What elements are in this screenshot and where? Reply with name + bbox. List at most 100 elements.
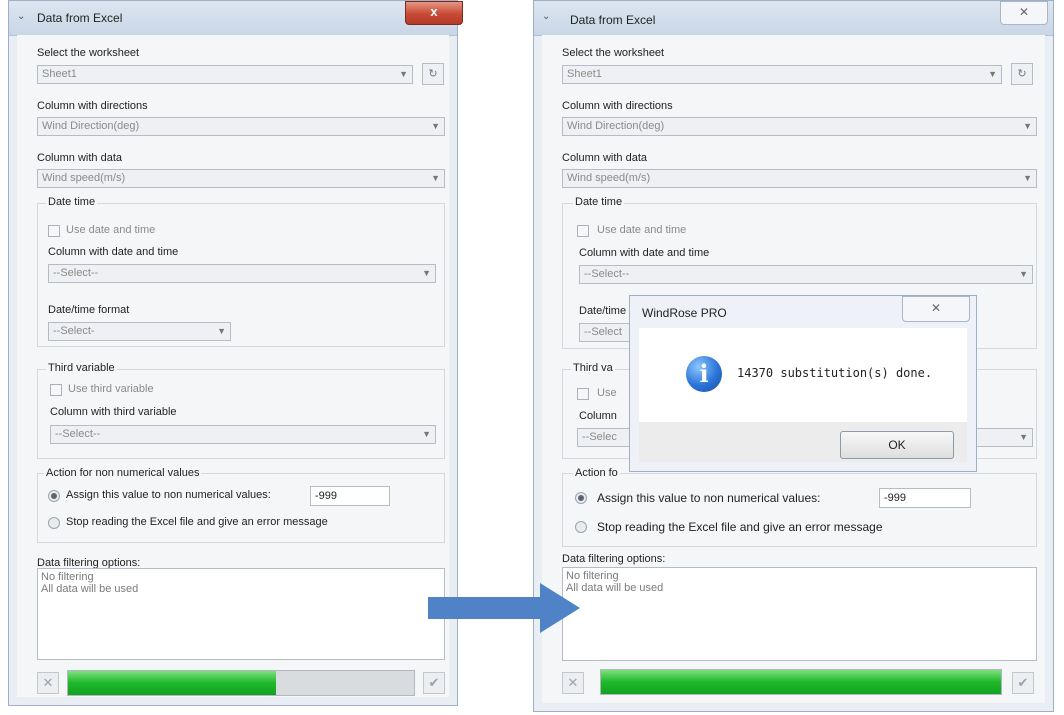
worksheet-select[interactable]: Sheet1 ▼	[37, 65, 413, 84]
datetime-column-select-value: --Select--	[53, 267, 99, 279]
filter-textarea[interactable]: No filtering All data will be used	[37, 568, 445, 660]
use-datetime-checkbox[interactable]	[577, 225, 589, 237]
refresh-worksheet-button[interactable]: ↻	[1011, 63, 1033, 85]
chevron-down-icon: ▼	[217, 326, 226, 336]
data-column-select[interactable]: Wind speed(m/s) ▼	[37, 169, 445, 188]
data-column-label: Column with data	[37, 152, 122, 164]
right-window-title: Data from Excel	[570, 13, 656, 27]
ok-button[interactable]: OK	[840, 431, 954, 459]
right-close-button[interactable]: ✕	[1000, 1, 1048, 25]
chevron-down-icon: ▼	[1023, 121, 1032, 131]
data-column-select-value: Wind speed(m/s)	[42, 172, 126, 184]
assign-value-label: Assign this value to non numerical value…	[66, 489, 271, 501]
action-group-title: Action fo	[573, 467, 620, 479]
progress-fill	[601, 670, 1001, 694]
cancel-button[interactable]: ✕	[37, 672, 59, 694]
third-column-select[interactable]: --Select-- ▼	[50, 425, 436, 444]
use-datetime-label: Use date and time	[597, 224, 687, 236]
system-menu-icon[interactable]: ⌄	[17, 11, 27, 22]
stop-reading-radio[interactable]	[575, 521, 587, 533]
datetime-group: Date time Use date and time Column with …	[37, 196, 445, 347]
use-third-variable-label: Use	[597, 387, 617, 399]
left-close-button[interactable]: x	[405, 1, 463, 25]
action-group: Action for non numerical values Assign t…	[37, 467, 445, 543]
datetime-format-select-value: --Select-	[53, 325, 95, 337]
third-column-label: Column	[579, 410, 617, 422]
right-arrow-icon	[428, 583, 580, 633]
message-box-close-button[interactable]: ✕	[902, 296, 970, 322]
third-variable-group-title: Third va	[571, 362, 615, 374]
filter-line-2: All data will be used	[41, 583, 139, 595]
directions-select-value: Wind Direction(deg)	[42, 120, 140, 132]
datetime-group-title: Date time	[46, 196, 98, 208]
assign-value-input[interactable]: -999	[879, 488, 971, 508]
directions-select[interactable]: Wind Direction(deg) ▼	[37, 117, 445, 136]
third-column-select-value: --Selec	[582, 431, 617, 443]
use-third-variable-checkbox[interactable]	[577, 388, 589, 400]
datetime-format-label: Date/time format	[48, 304, 130, 316]
data-column-select[interactable]: Wind speed(m/s) ▼	[562, 169, 1037, 188]
message-box-footer: OK	[639, 422, 967, 462]
load-progress-bar	[600, 669, 1002, 695]
worksheet-label: Select the worksheet	[562, 47, 665, 59]
filter-label: Data filtering options:	[562, 553, 666, 565]
check-icon: ✔	[1017, 675, 1029, 690]
datetime-column-label: Column with date and time	[48, 246, 179, 258]
stop-reading-radio[interactable]	[48, 517, 60, 529]
left-window-title: Data from Excel	[37, 11, 123, 25]
right-title-bar: ⌄ Data from Excel ✕	[534, 1, 1053, 36]
use-datetime-checkbox[interactable]	[48, 225, 60, 237]
left-title-bar: ⌄ Data from Excel x	[9, 1, 463, 36]
message-box-body: i 14370 substitution(s) done.	[639, 328, 967, 422]
assign-value-radio[interactable]	[48, 490, 60, 502]
directions-label: Column with directions	[37, 100, 148, 112]
system-menu-icon[interactable]: ⌄	[542, 11, 552, 22]
action-group-title: Action for non numerical values	[44, 467, 202, 479]
cancel-button[interactable]: ✕	[562, 672, 584, 694]
message-text: 14370 substitution(s) done.	[737, 366, 933, 380]
directions-select-value: Wind Direction(deg)	[567, 120, 665, 132]
chevron-down-icon: ▼	[1023, 173, 1032, 183]
assign-value-radio[interactable]	[575, 492, 587, 504]
refresh-worksheet-button[interactable]: ↻	[422, 63, 444, 85]
chevron-down-icon: ▼	[422, 268, 431, 278]
worksheet-select-value: Sheet1	[567, 68, 602, 80]
third-variable-group: Third variable Use third variable Column…	[37, 362, 445, 459]
use-third-variable-checkbox[interactable]	[50, 384, 62, 396]
chevron-down-icon: ▼	[422, 429, 431, 439]
datetime-column-select[interactable]: --Select-- ▼	[48, 264, 436, 283]
info-icon: i	[686, 356, 722, 392]
filter-line-1: No filtering	[566, 570, 619, 582]
worksheet-select[interactable]: Sheet1 ▼	[562, 65, 1002, 84]
progress-fill	[68, 671, 276, 695]
directions-label: Column with directions	[562, 100, 673, 112]
worksheet-label: Select the worksheet	[37, 47, 140, 59]
directions-select[interactable]: Wind Direction(deg) ▼	[562, 117, 1037, 136]
assign-value-input[interactable]: -999	[310, 486, 390, 506]
datetime-column-select-value: --Select--	[584, 268, 630, 280]
third-column-label: Column with third variable	[50, 406, 177, 418]
filter-line-2: All data will be used	[566, 582, 664, 594]
refresh-icon: ↻	[1017, 68, 1027, 80]
data-column-select-value: Wind speed(m/s)	[567, 172, 651, 184]
stop-reading-label: Stop reading the Excel file and give an …	[66, 516, 328, 528]
message-box-dialog: WindRose PRO ✕ i 14370 substitution(s) d…	[629, 295, 977, 472]
close-icon: ✕	[567, 675, 579, 690]
message-box-title: WindRose PRO	[642, 306, 727, 320]
arrow-shape	[428, 583, 580, 633]
datetime-group-title: Date time	[573, 196, 625, 208]
stop-reading-label: Stop reading the Excel file and give an …	[597, 520, 883, 534]
chevron-down-icon: ▼	[1019, 432, 1028, 442]
filter-textarea[interactable]: No filtering All data will be used	[562, 567, 1037, 661]
confirm-button[interactable]: ✔	[423, 672, 445, 694]
confirm-button[interactable]: ✔	[1012, 672, 1034, 694]
chevron-down-icon: ▼	[399, 69, 408, 79]
data-column-label: Column with data	[562, 152, 647, 164]
left-dialog-window: ⌄ Data from Excel x Select the worksheet…	[8, 0, 463, 706]
chevron-down-icon: ▼	[431, 121, 440, 131]
chevron-down-icon: ▼	[431, 173, 440, 183]
datetime-format-select[interactable]: --Select- ▼	[48, 322, 231, 341]
third-column-select-value: --Select--	[55, 428, 101, 440]
datetime-column-select[interactable]: --Select-- ▼	[579, 265, 1033, 284]
chevron-down-icon: ▼	[1019, 269, 1028, 279]
